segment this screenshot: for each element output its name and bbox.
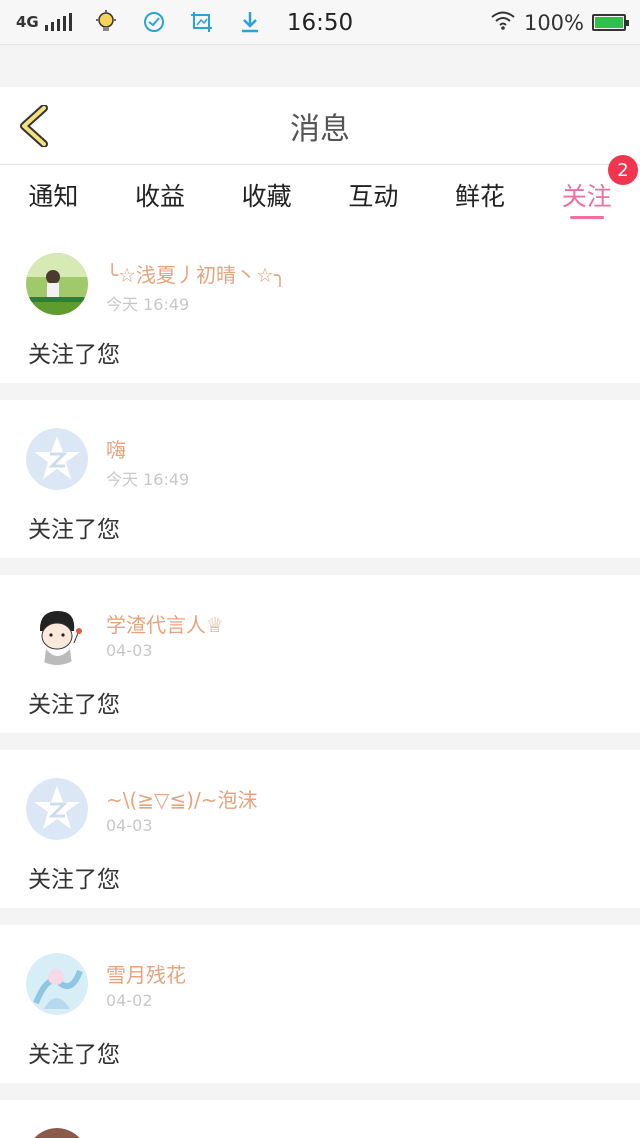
list-item[interactable]: 学渣代言人♕ 04-03 关注了您 [0,575,640,733]
username[interactable]: ╰☆浅夏丿初晴丶☆╮ [106,259,286,288]
tab-earnings[interactable]: 收益 [107,165,214,225]
message-text: 关注了您 [28,867,120,893]
message-text: 关注了您 [28,1042,120,1068]
avatar[interactable] [26,953,88,1015]
message-text: 关注了您 [28,517,120,543]
status-bar: 4G 16:50 100% [0,0,640,45]
lightbulb-icon [92,8,120,36]
avatar[interactable] [26,253,88,315]
follow-list: ╰☆浅夏丿初晴丶☆╮ 今天 16:49 关注了您 嗨 今天 16:49 关注了您 [0,225,640,1138]
tab-notifications[interactable]: 通知 [0,165,107,225]
avatar[interactable] [26,428,88,490]
signal-icon [44,13,72,31]
tab-interactions[interactable]: 互动 [320,165,427,225]
username[interactable]: 嗨 [106,434,126,463]
list-item[interactable] [0,1100,640,1138]
download-icon [236,8,264,36]
username[interactable]: 雪月残花 [106,959,186,988]
avatar[interactable] [26,778,88,840]
check-circle-icon [140,8,168,36]
screenshot-icon [188,8,216,36]
list-item[interactable]: ~\(≧▽≦)/~泡沫 04-03 关注了您 [0,750,640,908]
active-tab-indicator [569,216,604,219]
timestamp: 04-03 [106,816,153,835]
wifi-icon [490,10,516,35]
list-item[interactable]: 嗨 今天 16:49 关注了您 [0,400,640,558]
network-type: 4G [16,13,39,31]
avatar[interactable] [26,603,88,665]
message-text: 关注了您 [28,692,120,718]
timestamp: 04-02 [106,991,153,1010]
tab-flowers[interactable]: 鲜花 [427,165,534,225]
timestamp: 04-03 [106,641,153,660]
timestamp: 今天 16:49 [106,470,190,489]
list-item[interactable]: 雪月残花 04-02 关注了您 [0,925,640,1083]
tab-bar: 通知 收益 收藏 互动 鲜花 关注 2 [0,155,640,225]
tab-favorites[interactable]: 收藏 [213,165,320,225]
unread-badge: 2 [608,155,639,185]
avatar[interactable] [26,1128,88,1138]
list-item[interactable]: ╰☆浅夏丿初晴丶☆╮ 今天 16:49 关注了您 [0,225,640,383]
timestamp: 今天 16:49 [106,295,190,314]
battery-icon [592,14,629,31]
battery-percent: 100% [523,10,584,35]
username[interactable]: ~\(≧▽≦)/~泡沫 [106,784,258,813]
page-title: 消息 [290,112,350,147]
username[interactable]: 学渣代言人♕ [106,609,224,638]
tab-follows[interactable]: 关注 2 [533,155,640,225]
message-text: 关注了您 [28,342,120,368]
header: 消息 [0,87,640,165]
